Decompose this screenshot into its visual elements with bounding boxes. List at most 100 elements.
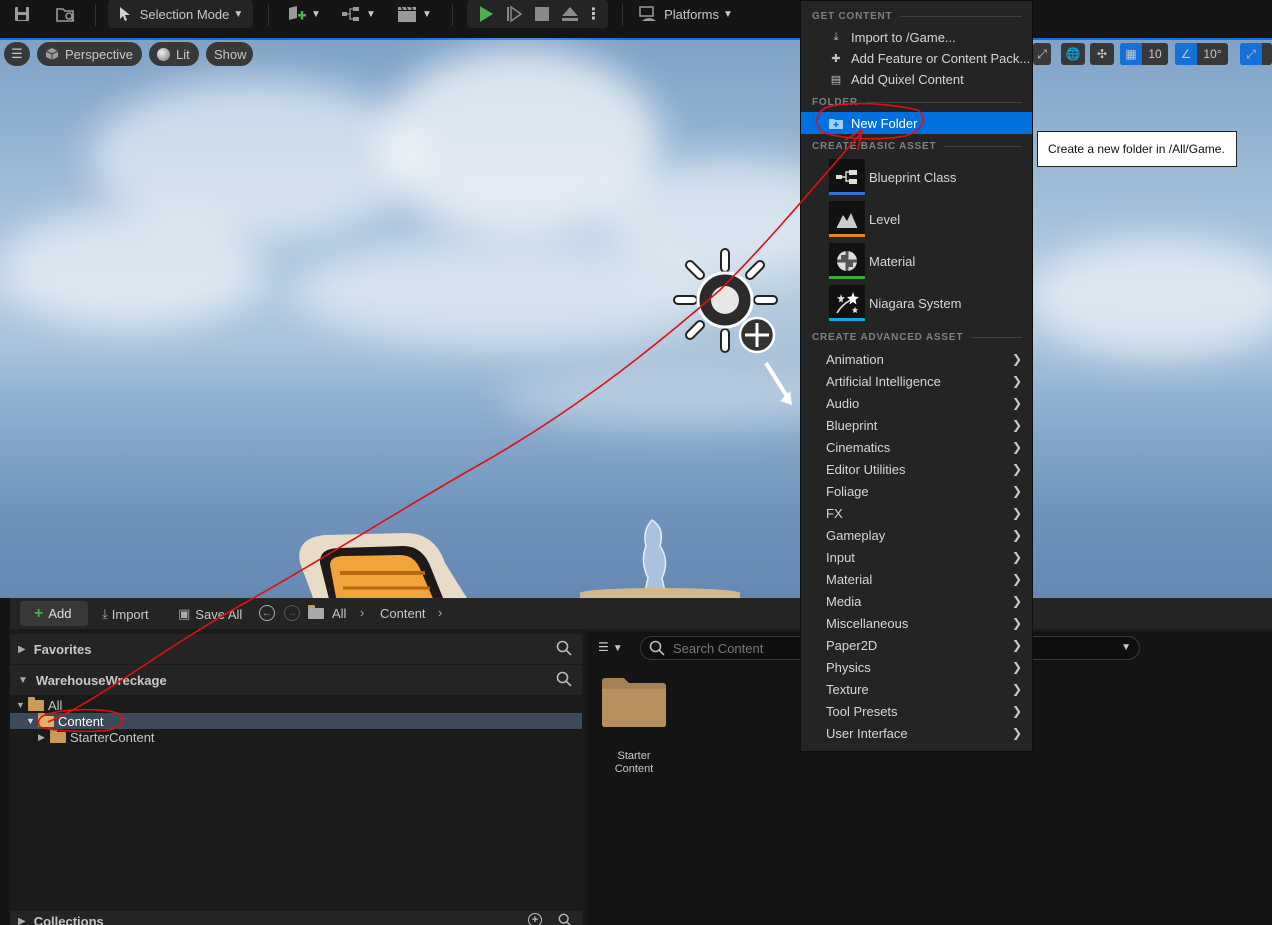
lit-label: Lit	[176, 46, 190, 62]
lit-sphere-icon	[157, 47, 170, 61]
import-to-game-item[interactable]: ⤓ Import to /Game...	[801, 26, 1032, 48]
play-controls-group: ⋮	[467, 0, 608, 28]
favorites-label: Favorites	[33, 641, 92, 657]
blueprint-class-item[interactable]: Blueprint Class	[801, 158, 1032, 196]
asset-tile[interactable]: Starter Content	[602, 675, 666, 785]
level-item[interactable]: Level	[801, 200, 1032, 238]
search-icon[interactable]	[556, 640, 572, 659]
feature-pack-icon: ✚	[831, 52, 841, 65]
blueprint-graph-icon	[342, 7, 360, 21]
surface-snap-icon[interactable]: ✣	[1090, 43, 1114, 65]
project-header[interactable]: ▼ WarehouseWreckage	[10, 665, 582, 695]
tree-item-content[interactable]: ▼ Content	[10, 712, 582, 729]
search-icon[interactable]	[556, 671, 572, 690]
advanced-item-media[interactable]: Media ❯	[801, 590, 1032, 612]
blueprints-button[interactable]: ▼	[338, 0, 378, 28]
menu-section-header: GET CONTENT	[812, 9, 1022, 23]
collections-header[interactable]: ▶ Collections +	[10, 911, 582, 925]
niagara-system-item[interactable]: Niagara System	[801, 284, 1032, 322]
menu-item-label: Blueprint	[826, 417, 878, 433]
favorites-header[interactable]: ▶ Favorites	[10, 634, 582, 664]
tree-item-all[interactable]: ▼ All	[10, 696, 582, 713]
level-viewport[interactable]: ☰ Perspective Lit Show ⤢ 🌐 ✣ ▦ 10 ∠ 10° …	[0, 38, 1272, 598]
platforms-label: Platforms	[664, 6, 719, 22]
play-icon[interactable]	[472, 5, 500, 23]
advanced-item-fx[interactable]: FX ❯	[801, 502, 1032, 524]
add-collection-icon[interactable]: +	[528, 913, 542, 925]
chevron-right-icon: ❯	[1011, 418, 1022, 432]
chevron-right-icon: ❯	[1011, 594, 1022, 608]
menu-section-header: CREATE ADVANCED ASSET	[812, 330, 1022, 344]
advanced-item-paper2d[interactable]: Paper2D ❯	[801, 634, 1032, 656]
advanced-item-physics[interactable]: Physics ❯	[801, 656, 1032, 678]
chevron-down-icon[interactable]: ▼	[1121, 642, 1131, 653]
history-back-icon[interactable]: ←	[259, 605, 275, 621]
selection-mode-dropdown[interactable]: Selection Mode ▼	[108, 0, 253, 28]
tree-item-startercontent[interactable]: ▶ StarterContent	[10, 728, 582, 745]
chevron-right-icon: ❯	[1011, 726, 1022, 740]
toolbar-divider	[268, 4, 269, 26]
advanced-item-input[interactable]: Input ❯	[801, 546, 1032, 568]
menu-item-label: Add Quixel Content	[851, 71, 964, 87]
advanced-item-miscellaneous[interactable]: Miscellaneous ❯	[801, 612, 1032, 634]
advanced-item-audio[interactable]: Audio ❯	[801, 392, 1032, 414]
advanced-item-artificial-intelligence[interactable]: Artificial Intelligence ❯	[801, 370, 1032, 392]
import-button[interactable]: ⤓ Import	[102, 603, 149, 625]
advanced-item-tool-presets[interactable]: Tool Presets ❯	[801, 700, 1032, 722]
breadcrumb-content[interactable]: Content	[380, 606, 426, 621]
stop-icon[interactable]	[528, 7, 556, 21]
new-folder-item[interactable]: New Folder	[801, 112, 1032, 134]
rotation-snap-toggle[interactable]: ∠ 10°	[1175, 43, 1228, 65]
add-quixel-item[interactable]: ▤ Add Quixel Content	[801, 68, 1032, 90]
add-button[interactable]: + Add	[20, 601, 88, 626]
advanced-item-animation[interactable]: Animation ❯	[801, 348, 1032, 370]
advanced-item-material[interactable]: Material ❯	[801, 568, 1032, 590]
search-icon	[649, 640, 665, 656]
maximize-viewport-icon[interactable]: ⤢	[1033, 43, 1051, 65]
search-icon[interactable]	[558, 913, 572, 925]
cinematics-button[interactable]: ▼	[394, 0, 434, 28]
eject-icon[interactable]	[556, 6, 584, 22]
open-folder-icon	[38, 712, 54, 727]
advanced-item-foliage[interactable]: Foliage ❯	[801, 480, 1032, 502]
chevron-down-icon: ▼	[612, 643, 623, 654]
statue-mesh[interactable]	[630, 516, 680, 598]
perspective-button[interactable]: Perspective	[37, 42, 142, 66]
directional-light-icon[interactable]	[668, 243, 798, 408]
history-forward-icon[interactable]: →	[284, 605, 300, 621]
chair-mesh[interactable]	[285, 493, 475, 598]
material-icon	[829, 243, 865, 279]
filter-dropdown[interactable]: ☰ ▼	[598, 640, 623, 654]
show-button[interactable]: Show	[206, 42, 253, 66]
save-icon[interactable]	[10, 0, 34, 28]
add-actor-button[interactable]: ▼	[283, 0, 323, 28]
more-options-icon[interactable]: ⋮	[584, 4, 604, 24]
add-feature-pack-item[interactable]: ✚ Add Feature or Content Pack...	[801, 47, 1032, 69]
save-all-button[interactable]: ▣ Save All	[178, 603, 242, 625]
scale-snap-toggle[interactable]: ⤢	[1240, 43, 1272, 65]
menu-item-label: Material	[826, 571, 873, 587]
advanced-item-texture[interactable]: Texture ❯	[801, 678, 1032, 700]
world-local-icon[interactable]: 🌐	[1061, 43, 1085, 65]
floor-mesh	[580, 588, 740, 598]
advanced-item-gameplay[interactable]: Gameplay ❯	[801, 524, 1032, 546]
add-label: Add	[48, 606, 72, 621]
material-item[interactable]: Material	[801, 242, 1032, 280]
cloud	[300, 238, 720, 348]
view-mode-button[interactable]: Lit	[149, 42, 199, 66]
platforms-dropdown[interactable]: Platforms ▼	[637, 0, 735, 28]
cloud	[1030, 238, 1272, 358]
advanced-item-user-interface[interactable]: User Interface ❯	[801, 722, 1032, 744]
advanced-item-blueprint[interactable]: Blueprint ❯	[801, 414, 1032, 436]
breadcrumb-separator-icon[interactable]: ›	[438, 605, 442, 620]
breadcrumb-all[interactable]: All	[332, 606, 346, 621]
advanced-item-editor-utilities[interactable]: Editor Utilities ❯	[801, 458, 1032, 480]
chevron-right-icon: ❯	[1011, 660, 1022, 674]
viewport-menu-button[interactable]: ☰	[4, 42, 30, 66]
advance-frame-icon[interactable]	[500, 5, 528, 23]
menu-item-label: Level	[869, 211, 901, 227]
menu-item-label: Foliage	[826, 483, 869, 499]
content-browser-icon[interactable]	[54, 0, 78, 28]
advanced-item-cinematics[interactable]: Cinematics ❯	[801, 436, 1032, 458]
grid-snap-toggle[interactable]: ▦ 10	[1120, 43, 1168, 65]
